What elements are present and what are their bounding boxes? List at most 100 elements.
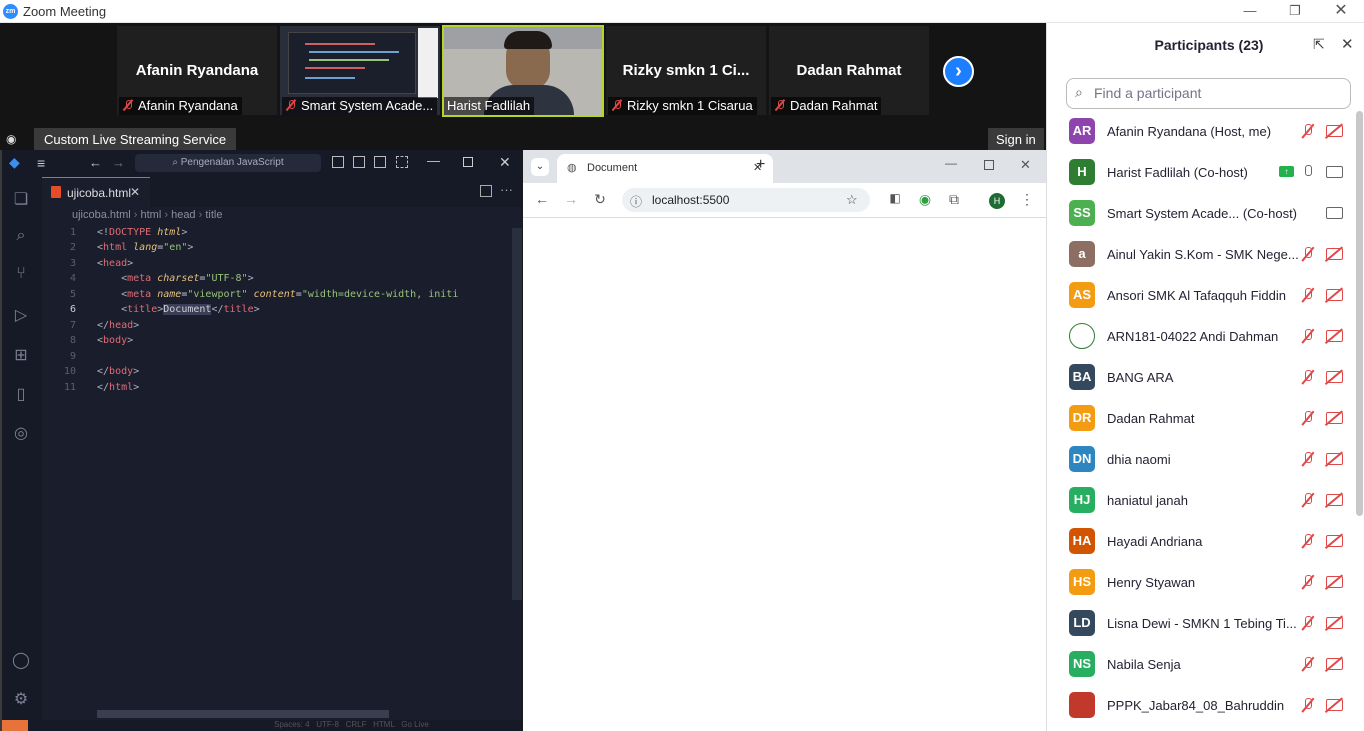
minimize-icon[interactable]: — [1241,2,1259,20]
participant-row[interactable]: HS Henry Styawan [1047,562,1355,603]
bookmark-star-icon[interactable]: ☆ [846,192,858,208]
mic-muted-icon[interactable] [1301,698,1315,713]
site-info-icon[interactable]: ⓘ [630,193,642,210]
mic-muted-icon[interactable] [1301,657,1315,672]
next-page-button[interactable]: › [943,56,974,87]
tab-search-icon[interactable]: ⌄ [531,158,549,176]
participant-row[interactable]: BA BANG ARA [1047,357,1355,398]
toggle-secondary-sidebar-icon[interactable] [374,156,386,168]
close-icon[interactable]: ✕ [499,154,511,171]
mic-muted-icon[interactable] [1301,288,1315,303]
breadcrumb-file[interactable]: ujicoba.html [72,209,131,221]
video-tile[interactable]: Afanin Ryandana Afanin Ryandana [117,26,277,115]
participant-row[interactable]: NS Nabila Senja [1047,644,1355,685]
breadcrumb-html[interactable]: html [141,209,162,221]
profile-avatar[interactable]: H [989,193,1005,209]
editor-horizontal-scrollbar[interactable] [97,710,389,718]
back-arrow-icon[interactable]: ← [89,155,102,170]
minimize-icon[interactable]: — [945,156,957,170]
command-center-search[interactable]: ⌕ Pengenalan JavaScript [135,154,321,172]
video-tile[interactable]: Dadan Rahmat Dadan Rahmat [769,26,929,115]
camera-off-icon[interactable] [1326,699,1343,711]
camera-icon[interactable] [1326,207,1343,219]
mic-muted-icon[interactable] [1301,575,1315,590]
remote-indicator[interactable] [2,720,28,731]
forward-arrow-icon[interactable]: → [561,191,581,207]
back-arrow-icon[interactable]: ← [532,191,552,207]
mic-muted-icon[interactable] [1301,370,1315,385]
extension-icon[interactable]: ◧ [885,191,905,205]
participant-list-scrollbar[interactable] [1356,111,1363,516]
camera-off-icon[interactable] [1326,658,1343,670]
participant-row[interactable]: AR Afanin Ryandana (Host, me) [1047,111,1355,152]
eye-extension-icon[interactable]: ◉ [915,191,935,208]
participant-row[interactable]: AS Ansori SMK Al Tafaqquh Fiddin [1047,275,1355,316]
mic-muted-icon[interactable] [1301,124,1315,139]
chrome-tab-document[interactable]: ◍ Document ✕ [557,154,773,183]
menu-icon[interactable]: ≡ [37,155,45,171]
address-bar[interactable]: ⓘ localhost:5500 ☆ [622,188,870,212]
minimize-icon[interactable]: — [427,153,440,168]
extensions-puzzle-icon[interactable]: ⧉ [944,191,964,208]
camera-off-icon[interactable] [1326,289,1343,301]
camera-off-icon[interactable] [1326,371,1343,383]
participant-row[interactable]: H Harist Fadlilah (Co-host) ↑ [1047,152,1355,193]
live-stream-icon[interactable]: ◉ [6,132,24,148]
customize-layout-icon[interactable] [396,156,408,168]
camera-off-icon[interactable] [1326,576,1343,588]
restore-icon[interactable]: ❐ [1286,2,1304,20]
sign-in-button[interactable]: Sign in [988,128,1044,150]
participant-row[interactable]: PPPK_Jabar84_08_Bahruddin [1047,685,1355,726]
pop-out-icon[interactable]: ⇱ [1313,36,1325,53]
breadcrumb-title[interactable]: title [205,209,222,221]
split-editor-icon[interactable] [480,185,492,197]
participant-row[interactable]: SS Smart System Acade... (Co-host) [1047,193,1355,234]
camera-off-icon[interactable] [1326,494,1343,506]
mic-muted-icon[interactable] [1301,493,1315,508]
tab-ujicoba-html[interactable]: ujicoba.html ✕ [42,177,150,207]
mic-muted-icon[interactable] [1301,329,1315,344]
camera-off-icon[interactable] [1326,617,1343,629]
participant-row[interactable]: DN dhia naomi [1047,439,1355,480]
participant-row[interactable]: ARN181-04022 Andi Dahman [1047,316,1355,357]
reload-icon[interactable]: ↻ [590,191,610,208]
camera-off-icon[interactable] [1326,412,1343,424]
camera-off-icon[interactable] [1326,330,1343,342]
code-editor[interactable]: 1 2 3 4 5 6 7 8 9 10 11 <!DOCTYPE html> … [2,225,522,705]
mic-icon[interactable] [1301,165,1315,180]
participant-row[interactable]: a Ainul Yakin S.Kom - SMK Nege... [1047,234,1355,275]
camera-off-icon[interactable] [1326,535,1343,547]
participant-row[interactable]: LD Lisna Dewi - SMKN 1 Tebing Ti... [1047,603,1355,644]
more-actions-icon[interactable]: ··· [500,182,513,197]
video-tile[interactable]: Smart System Acade... [280,26,440,115]
close-icon[interactable]: ✕ [1020,157,1031,173]
mic-muted-icon[interactable] [1301,247,1315,262]
mic-muted-icon[interactable] [1301,452,1315,467]
participant-row[interactable]: HJ haniatul janah [1047,480,1355,521]
close-tab-icon[interactable]: ✕ [130,185,140,199]
toggle-sidebar-icon[interactable] [332,156,344,168]
participant-search-input[interactable]: ⌕ Find a participant [1066,78,1351,109]
maximize-icon[interactable] [984,160,994,170]
mic-muted-icon[interactable] [1301,616,1315,631]
toggle-panel-icon[interactable] [353,156,365,168]
breadcrumb-head[interactable]: head [171,209,195,221]
new-tab-icon[interactable]: + [756,156,765,174]
editor-vertical-scrollbar[interactable] [512,228,522,600]
maximize-icon[interactable] [463,157,473,167]
participant-row[interactable]: HA Hayadi Andriana [1047,521,1355,562]
camera-icon[interactable] [1326,166,1343,178]
camera-off-icon[interactable] [1326,453,1343,465]
explorer-icon[interactable]: ❏ [11,189,31,209]
mic-muted-icon[interactable] [1301,534,1315,549]
close-icon[interactable]: ✕ [1332,2,1350,20]
forward-arrow-icon[interactable]: → [112,155,125,170]
participant-row[interactable]: DR Dadan Rahmat [1047,398,1355,439]
video-tile-active-speaker[interactable]: Harist Fadlilah [442,25,604,117]
video-tile[interactable]: Rizky smkn 1 Ci... Rizky smkn 1 Cisarua [606,26,766,115]
mic-muted-icon[interactable] [1301,411,1315,426]
kebab-menu-icon[interactable]: ⋮ [1017,191,1037,208]
camera-off-icon[interactable] [1326,125,1343,137]
camera-off-icon[interactable] [1326,248,1343,260]
close-icon[interactable]: ✕ [1341,35,1354,53]
